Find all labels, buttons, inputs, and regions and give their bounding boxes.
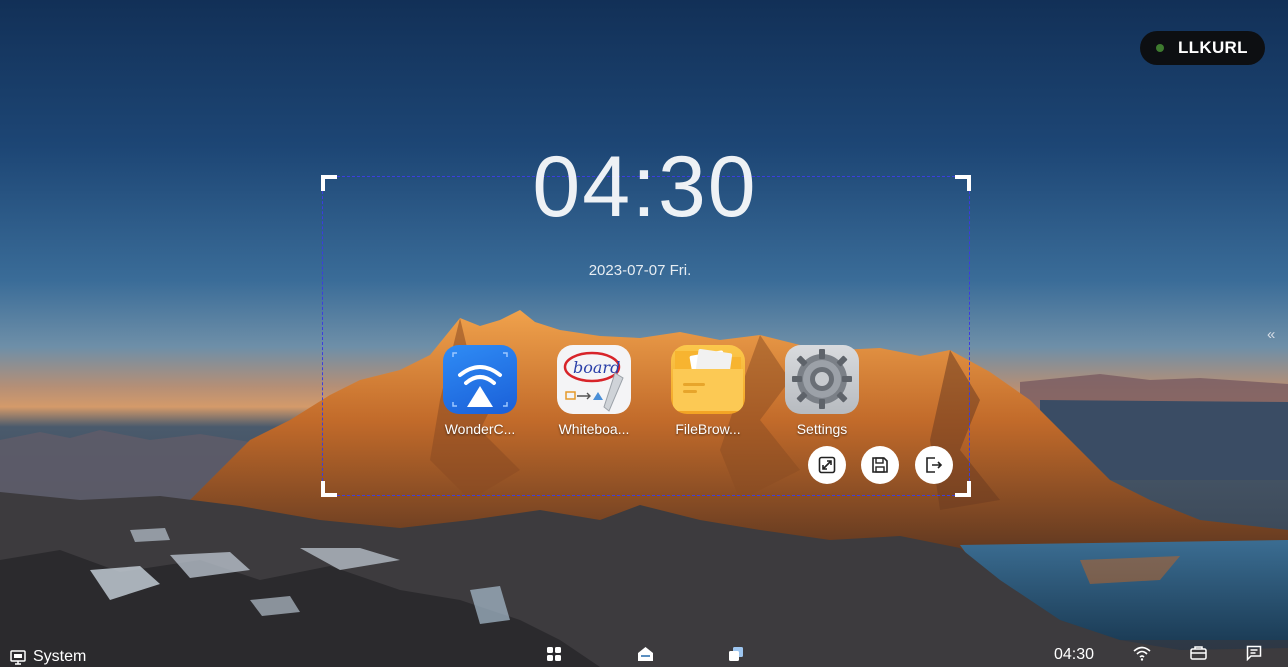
exit-button[interactable] [915,446,953,484]
gear-icon [785,345,859,414]
app-label: Whiteboa... [558,421,630,437]
multitask-icon [729,647,743,661]
user-label: LLKURL [1178,38,1248,57]
expand-icon [818,456,836,474]
whiteboard-icon: board [557,345,631,414]
wifi-icon [1133,646,1151,661]
wireless-cast-icon [443,345,517,414]
message-button[interactable] [1246,645,1262,666]
resize-handle-top-left[interactable] [321,175,337,191]
side-panel-handle[interactable]: « [1267,326,1275,343]
app-filebrowser[interactable]: FileBrow... [668,345,748,437]
wifi-button[interactable] [1133,645,1151,666]
folder-icon [671,345,745,414]
system-monitor-icon [10,649,26,665]
toolbox-icon [1190,646,1207,660]
resize-handle-bottom-right[interactable] [955,481,971,497]
system-menu[interactable]: System [10,648,86,666]
apps-grid-icon [547,647,561,661]
app-settings[interactable]: Settings [782,345,862,437]
home-date: 2023-07-07 Fri. [588,262,692,279]
app-launcher-row: WonderC... board Whiteboa... FileBrow...… [440,345,862,437]
app-whiteboard[interactable]: board Whiteboa... [554,345,634,437]
app-label: Settings [796,421,848,437]
taskbar: System 04:30 [0,642,1288,667]
home-button[interactable] [637,646,654,667]
resize-handle-bottom-left[interactable] [321,481,337,497]
system-label: System [33,648,87,665]
app-label: FileBrow... [675,421,741,437]
app-label: WonderC... [444,421,516,437]
toolbox-button[interactable] [1190,645,1207,666]
resize-handle-top-right[interactable] [955,175,971,191]
home-icon [638,647,653,661]
multitask-button[interactable] [728,646,744,667]
online-status-dot [1156,44,1164,52]
expand-button[interactable] [808,446,846,484]
taskbar-clock: 04:30 [1054,646,1095,663]
app-wondercast[interactable]: WonderC... [440,345,520,437]
apps-grid-button[interactable] [546,646,562,667]
message-icon [1246,645,1262,662]
home-clock: 04:30 [532,139,758,235]
exit-icon [926,457,943,473]
save-button[interactable] [861,446,899,484]
user-status-pill[interactable]: LLKURL [1140,31,1265,65]
save-icon [872,457,888,473]
board-logo-text: board [573,358,620,377]
